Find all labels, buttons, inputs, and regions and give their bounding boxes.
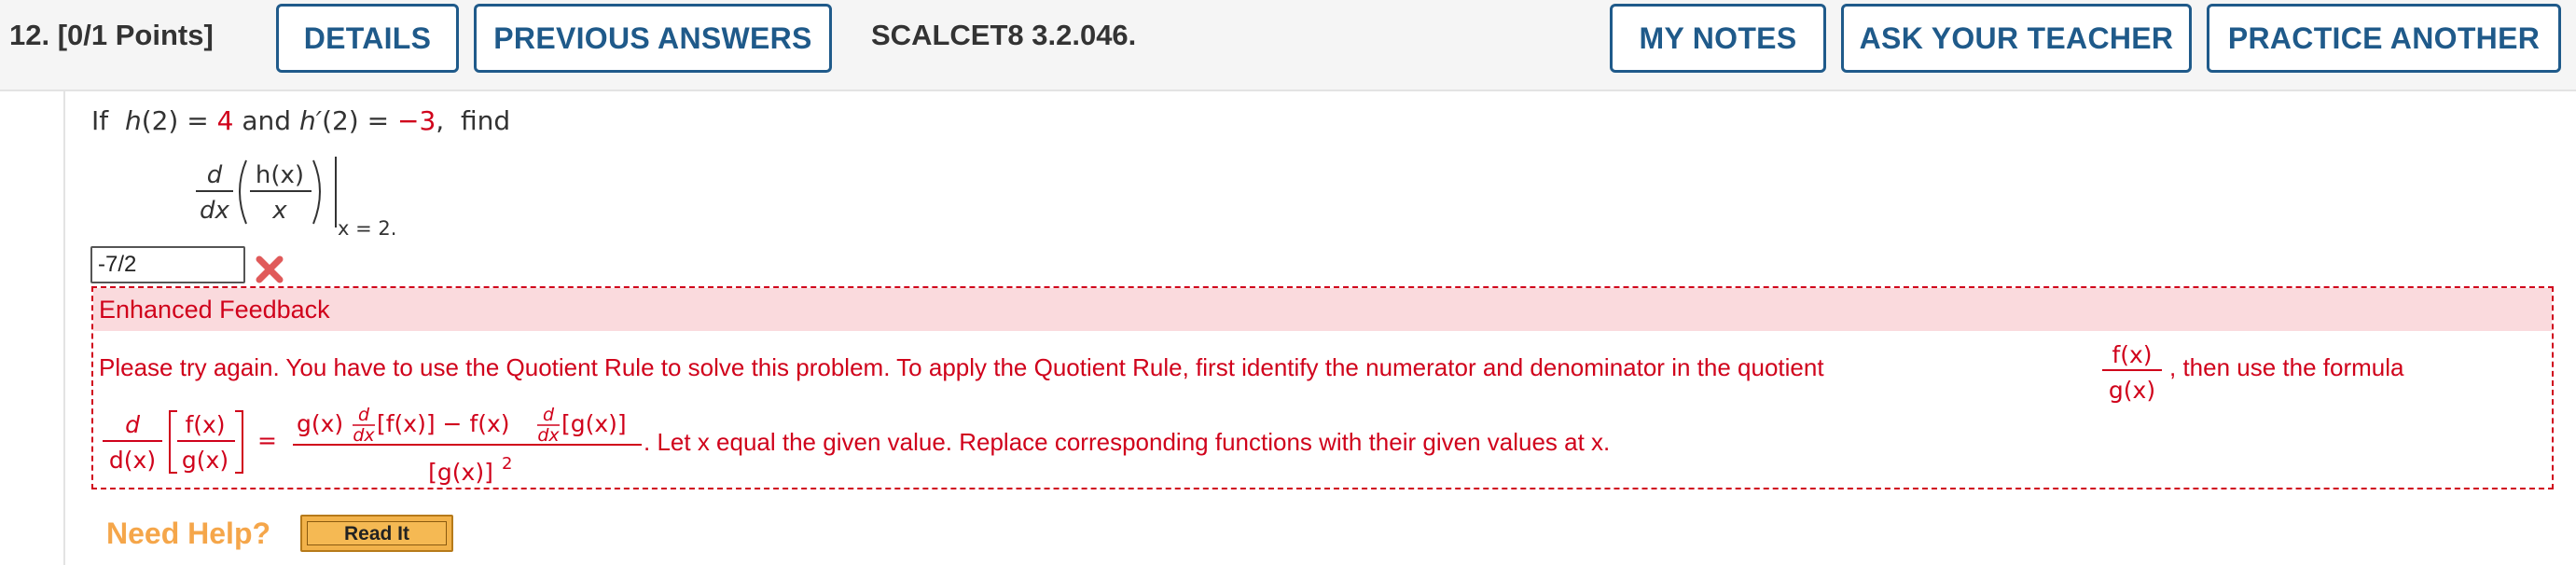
svg-text:g(x): g(x) [297,410,343,437]
inner-denominator: x [271,197,287,225]
svg-text:f(x): f(x) [185,411,225,438]
question-number-points: 12. [0/1 Points] [9,19,214,51]
svg-text:=: = [257,427,277,454]
svg-text:d: d [358,405,370,425]
read-it-button[interactable]: Read It [300,515,453,552]
deriv-d: d [207,161,223,189]
svg-text:[g(x)]: [g(x)] [561,410,627,437]
svg-text:[f(x)] − f(x): [f(x)] − f(x) [377,410,510,437]
answer-input[interactable] [90,246,245,283]
left-divider [63,91,65,565]
deriv-dx: dx [200,197,230,225]
previous-answers-button[interactable]: PREVIOUS ANSWERS [474,4,832,73]
svg-text:d: d [125,411,140,438]
svg-text:g(x): g(x) [182,447,229,474]
evaluation-point: x = 2. [338,217,396,240]
given-h-value: 4 [216,105,234,136]
svg-text:d: d [543,405,555,425]
ask-your-teacher-button[interactable]: ASK YOUR TEACHER [1841,4,2192,73]
given-hprime-value: −3 [397,105,436,136]
enhanced-feedback-panel: Enhanced Feedback Please try again. You … [91,286,2554,489]
svg-text:d(x): d(x) [109,447,156,474]
question-header: 12. [0/1 Points] DETAILS PREVIOUS ANSWER… [0,0,2576,91]
practice-another-button[interactable]: PRACTICE ANOTHER [2207,4,2561,73]
question-reference: SCALCET8 3.2.046. [871,19,1137,51]
feedback-line-1: Please try again. You have to use the Qu… [99,353,1824,381]
details-button[interactable]: DETAILS [276,4,459,73]
feedback-line-2: . Let x equal the given value. Replace c… [644,428,1611,456]
svg-text:g(x): g(x) [2109,377,2155,404]
svg-text:[g(x)]: [g(x)] [428,459,493,486]
derivative-expression: d dx h(x) x x = 2. [196,157,396,240]
read-it-label: Read It [307,521,447,545]
need-help-label: Need Help? [106,517,271,550]
svg-text:dx: dx [537,425,560,446]
my-notes-button[interactable]: MY NOTES [1610,4,1826,73]
inner-numerator: h(x) [256,161,304,189]
feedback-title: Enhanced Feedback [93,288,2552,331]
quotient-rule-formula: d d(x) f(x) g(x) = g(x) d dx [f(x)] − f(… [103,405,642,486]
feedback-line-1-tail: , then use the formula [2169,353,2404,381]
x-mark-icon [256,255,284,283]
svg-text:dx: dx [353,425,375,446]
svg-text:2: 2 [502,454,512,474]
svg-text:f(x): f(x) [2112,341,2152,368]
question-statement: If h(2) = 4 and h′(2) = −3, find [91,105,511,136]
